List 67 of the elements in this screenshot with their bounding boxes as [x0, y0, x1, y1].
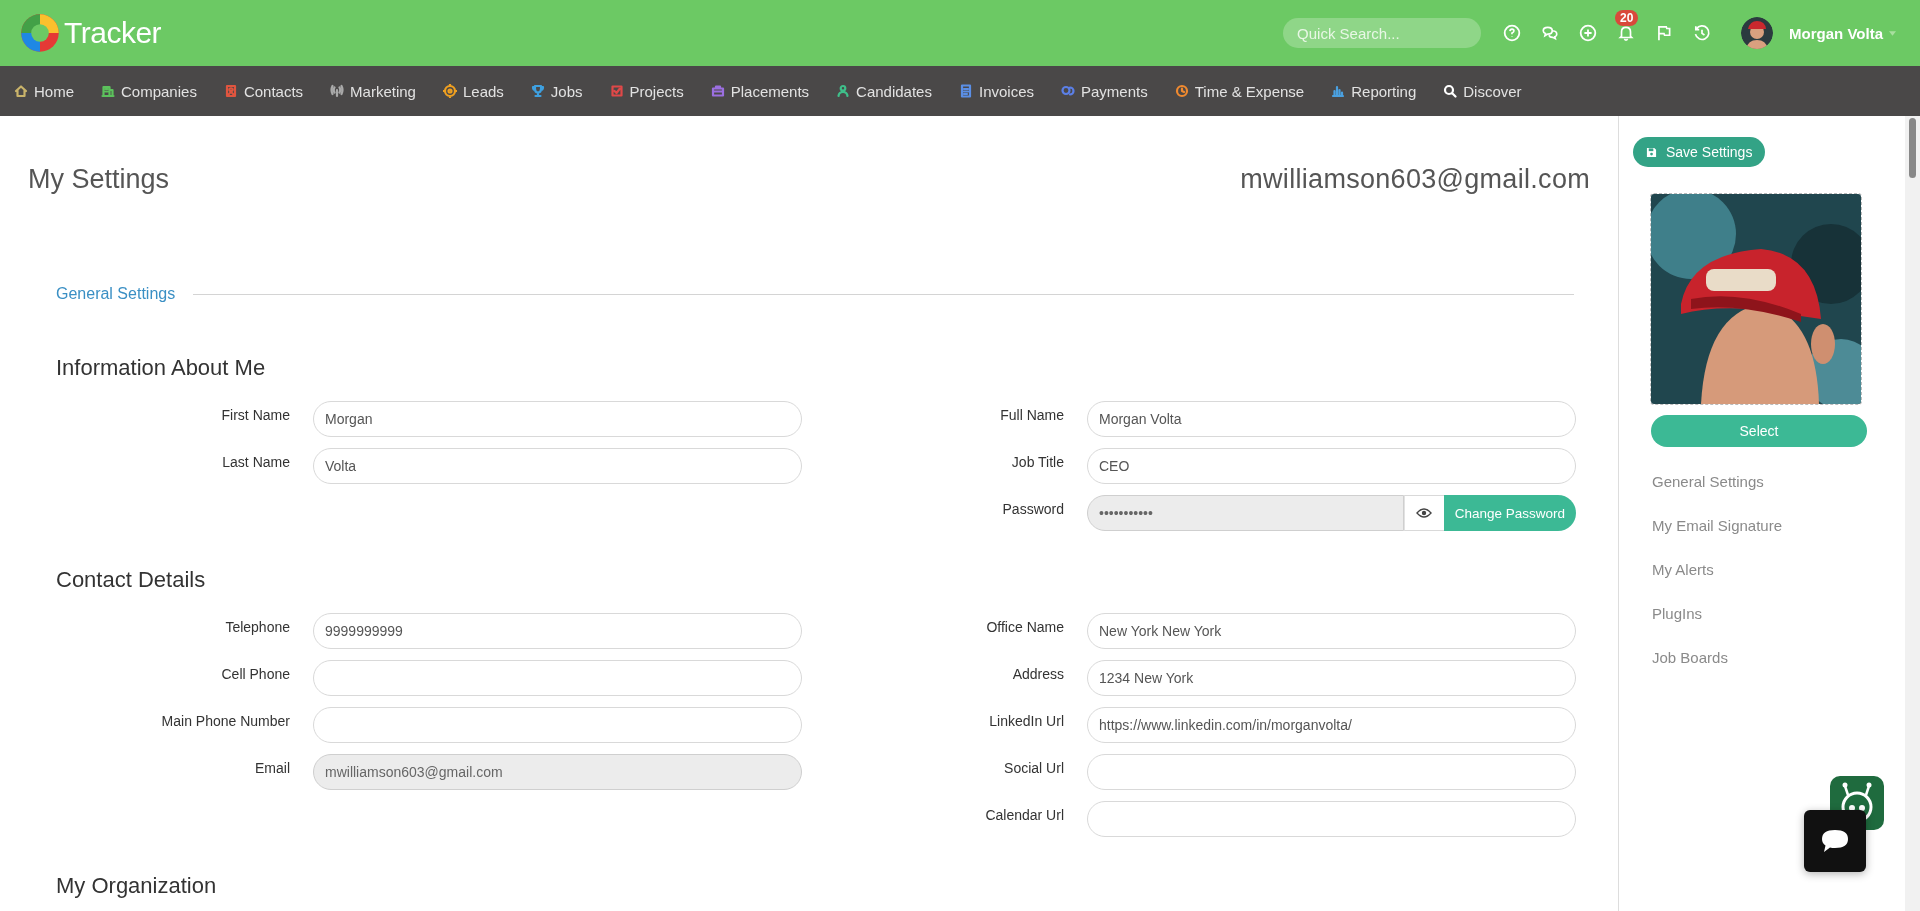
notification-bell-icon[interactable] [1617, 24, 1636, 42]
caret-icon[interactable] [1889, 30, 1896, 36]
account-email: mwilliamson603@gmail.com [1240, 164, 1590, 195]
nav-item[interactable]: Marketing [330, 82, 416, 100]
field-label: Calendar Url [984, 806, 1064, 823]
sidebar-link[interactable]: Job Boards [1652, 649, 1728, 666]
nav-item[interactable]: Time & Expense [1174, 82, 1305, 100]
group-heading: Contact Details [56, 567, 207, 593]
input-field[interactable] [313, 660, 802, 696]
field-label: First Name [220, 406, 290, 423]
scrollbar[interactable] [1905, 116, 1920, 911]
field-label: Main Phone Number [160, 712, 290, 729]
sidebar-link[interactable]: PlugIns [1652, 605, 1703, 622]
sidebar-link[interactable]: General Settings [1652, 473, 1764, 490]
section-title: General Settings [56, 285, 176, 303]
add-icon[interactable] [1579, 24, 1598, 42]
group-heading: My Organization [56, 873, 218, 899]
show-password-button[interactable] [1403, 495, 1444, 531]
avatar-icon[interactable] [1741, 17, 1774, 49]
eye-icon [1416, 508, 1433, 518]
history-icon[interactable] [1693, 24, 1712, 42]
input-field[interactable]: Volta [313, 448, 802, 484]
nav-item[interactable]: Placements [710, 82, 810, 100]
page-title: My Settings [28, 164, 170, 195]
field-label: Email [254, 759, 290, 776]
input-field[interactable]: CEO [1087, 448, 1576, 484]
input-field[interactable] [313, 707, 802, 743]
field-label: Address [1011, 665, 1064, 682]
sidebar-link[interactable]: My Email Signature [1652, 517, 1783, 534]
field-label: Password [1001, 500, 1064, 517]
input-field[interactable] [1087, 801, 1576, 837]
chat-bubbles-icon[interactable] [1541, 24, 1560, 42]
field-label: Social Url [1003, 759, 1064, 776]
group-heading: Information About Me [56, 355, 267, 381]
help-icon[interactable] [1503, 24, 1522, 42]
input-field[interactable]: 1234 New York [1087, 660, 1576, 696]
field-label: Cell Phone [220, 665, 290, 682]
sidebar-link[interactable]: My Alerts [1652, 561, 1714, 578]
nav-item[interactable]: Jobs [530, 82, 583, 100]
input-field[interactable]: Morgan Volta [1087, 401, 1576, 437]
search-field[interactable]: Quick Search... [1283, 18, 1482, 48]
nav-item[interactable]: Payments [1061, 82, 1148, 100]
nav-item[interactable]: Invoices [958, 82, 1034, 100]
chat-button[interactable] [1804, 810, 1866, 872]
nav-item[interactable]: Reporting [1331, 82, 1417, 100]
speech-bubble-icon [1820, 828, 1850, 854]
input-field[interactable]: New York New York [1087, 613, 1576, 649]
nav-item[interactable]: Candidates [836, 82, 932, 100]
input-field[interactable]: Morgan [313, 401, 802, 437]
input-field[interactable]: https://www.linkedin.com/in/morganvolta/ [1087, 707, 1576, 743]
field-label: Full Name [999, 406, 1064, 423]
nav-item[interactable]: Companies [101, 82, 197, 100]
field-label: Office Name [985, 618, 1064, 635]
nav-item[interactable]: Leads [442, 82, 504, 100]
nav-item[interactable]: Projects [609, 82, 684, 100]
nav-item[interactable]: Discover [1443, 82, 1522, 100]
field-label: Telephone [224, 618, 290, 635]
app-logo: Tracker [64, 16, 162, 50]
field-label: Last Name [221, 453, 290, 470]
logo-icon [18, 11, 62, 55]
field-label: LinkedIn Url [988, 712, 1064, 729]
nav-item[interactable]: Contacts [223, 82, 304, 100]
input-field[interactable] [1087, 754, 1576, 790]
notification-count: 20 [1615, 10, 1639, 26]
input-field[interactable]: 9999999999 [313, 613, 802, 649]
nav-item[interactable]: Home [14, 82, 74, 100]
field-label: Job Title [1010, 453, 1064, 470]
